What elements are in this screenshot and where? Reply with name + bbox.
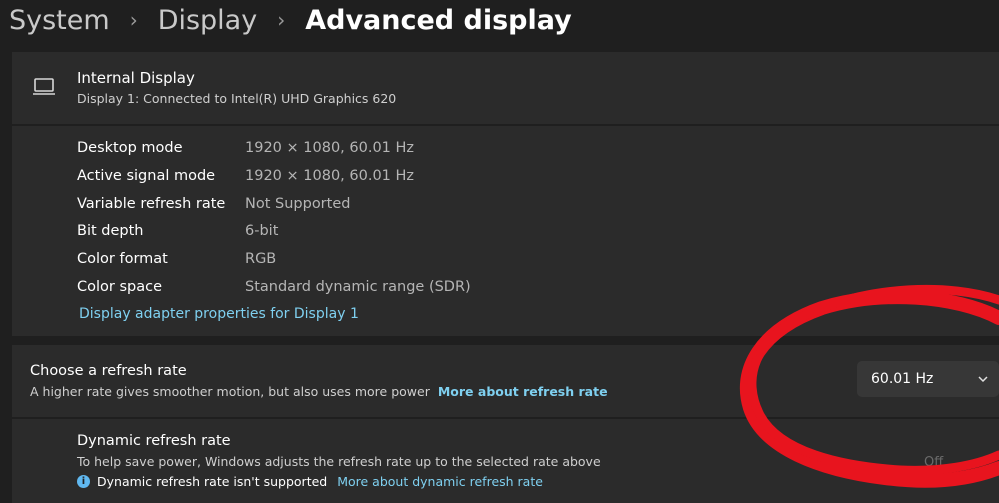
dynamic-refresh-toggle-label[interactable]: Off [924, 455, 943, 470]
chevron-right-icon: › [129, 8, 138, 32]
more-about-refresh-rate-link[interactable]: More about refresh rate [438, 384, 608, 399]
dynamic-refresh-note-text: Dynamic refresh rate isn't supported [97, 474, 328, 489]
page-title: Advanced display [305, 4, 572, 36]
detail-label: Color space [77, 279, 163, 295]
display-adapter-properties-link[interactable]: Display adapter properties for Display 1 [79, 306, 359, 322]
display-details-card: Desktop mode 1920 × 1080, 60.01 Hz Activ… [12, 126, 999, 336]
detail-row-desktop-mode: Desktop mode 1920 × 1080, 60.01 Hz [77, 137, 414, 159]
detail-label: Color format [77, 251, 168, 267]
breadcrumb: System › Display › Advanced display [9, 0, 572, 40]
dynamic-refresh-description: To help save power, Windows adjusts the … [77, 454, 601, 469]
detail-row-variable-refresh-rate: Variable refresh rate Not Supported [77, 193, 350, 215]
detail-value: Not Supported [245, 196, 351, 212]
internal-display-card: Internal Display Display 1: Connected to… [12, 52, 999, 124]
detail-row-color-format: Color format RGB [77, 248, 276, 270]
detail-value: 1920 × 1080, 60.01 Hz [245, 140, 415, 156]
chevron-right-icon: › [277, 8, 286, 32]
detail-value: 1920 × 1080, 60.01 Hz [245, 168, 415, 184]
monitor-icon [33, 78, 55, 95]
info-icon: i [77, 475, 90, 488]
detail-label: Desktop mode [77, 140, 183, 156]
display-title: Internal Display [77, 69, 195, 87]
detail-value: Standard dynamic range (SDR) [245, 279, 471, 295]
detail-label: Bit depth [77, 223, 144, 239]
refresh-rate-description-text: A higher rate gives smoother motion, but… [30, 384, 430, 399]
breadcrumb-display[interactable]: Display [158, 5, 258, 36]
detail-row-bit-depth: Bit depth 6-bit [77, 220, 278, 242]
chevron-down-icon [978, 376, 988, 383]
detail-label: Variable refresh rate [77, 196, 226, 212]
detail-label: Active signal mode [77, 168, 216, 184]
detail-row-active-signal-mode: Active signal mode 1920 × 1080, 60.01 Hz [77, 165, 414, 187]
dynamic-refresh-card: Dynamic refresh rate To help save power,… [12, 419, 999, 503]
refresh-rate-selected-value: 60.01 Hz [871, 371, 934, 387]
refresh-rate-card: Choose a refresh rate A higher rate give… [12, 345, 999, 417]
dynamic-refresh-note: i Dynamic refresh rate isn't supported M… [77, 474, 543, 489]
detail-row-color-space: Color space Standard dynamic range (SDR) [77, 276, 471, 298]
refresh-rate-title: Choose a refresh rate [30, 363, 187, 379]
refresh-rate-description: A higher rate gives smoother motion, but… [30, 384, 608, 399]
more-about-dynamic-refresh-link[interactable]: More about dynamic refresh rate [337, 474, 543, 489]
detail-value: RGB [245, 251, 277, 267]
breadcrumb-system[interactable]: System [9, 5, 110, 36]
refresh-rate-dropdown[interactable]: 60.01 Hz [857, 361, 999, 397]
detail-value: 6-bit [245, 223, 279, 239]
display-subtitle: Display 1: Connected to Intel(R) UHD Gra… [77, 91, 397, 106]
dynamic-refresh-title: Dynamic refresh rate [77, 433, 231, 449]
